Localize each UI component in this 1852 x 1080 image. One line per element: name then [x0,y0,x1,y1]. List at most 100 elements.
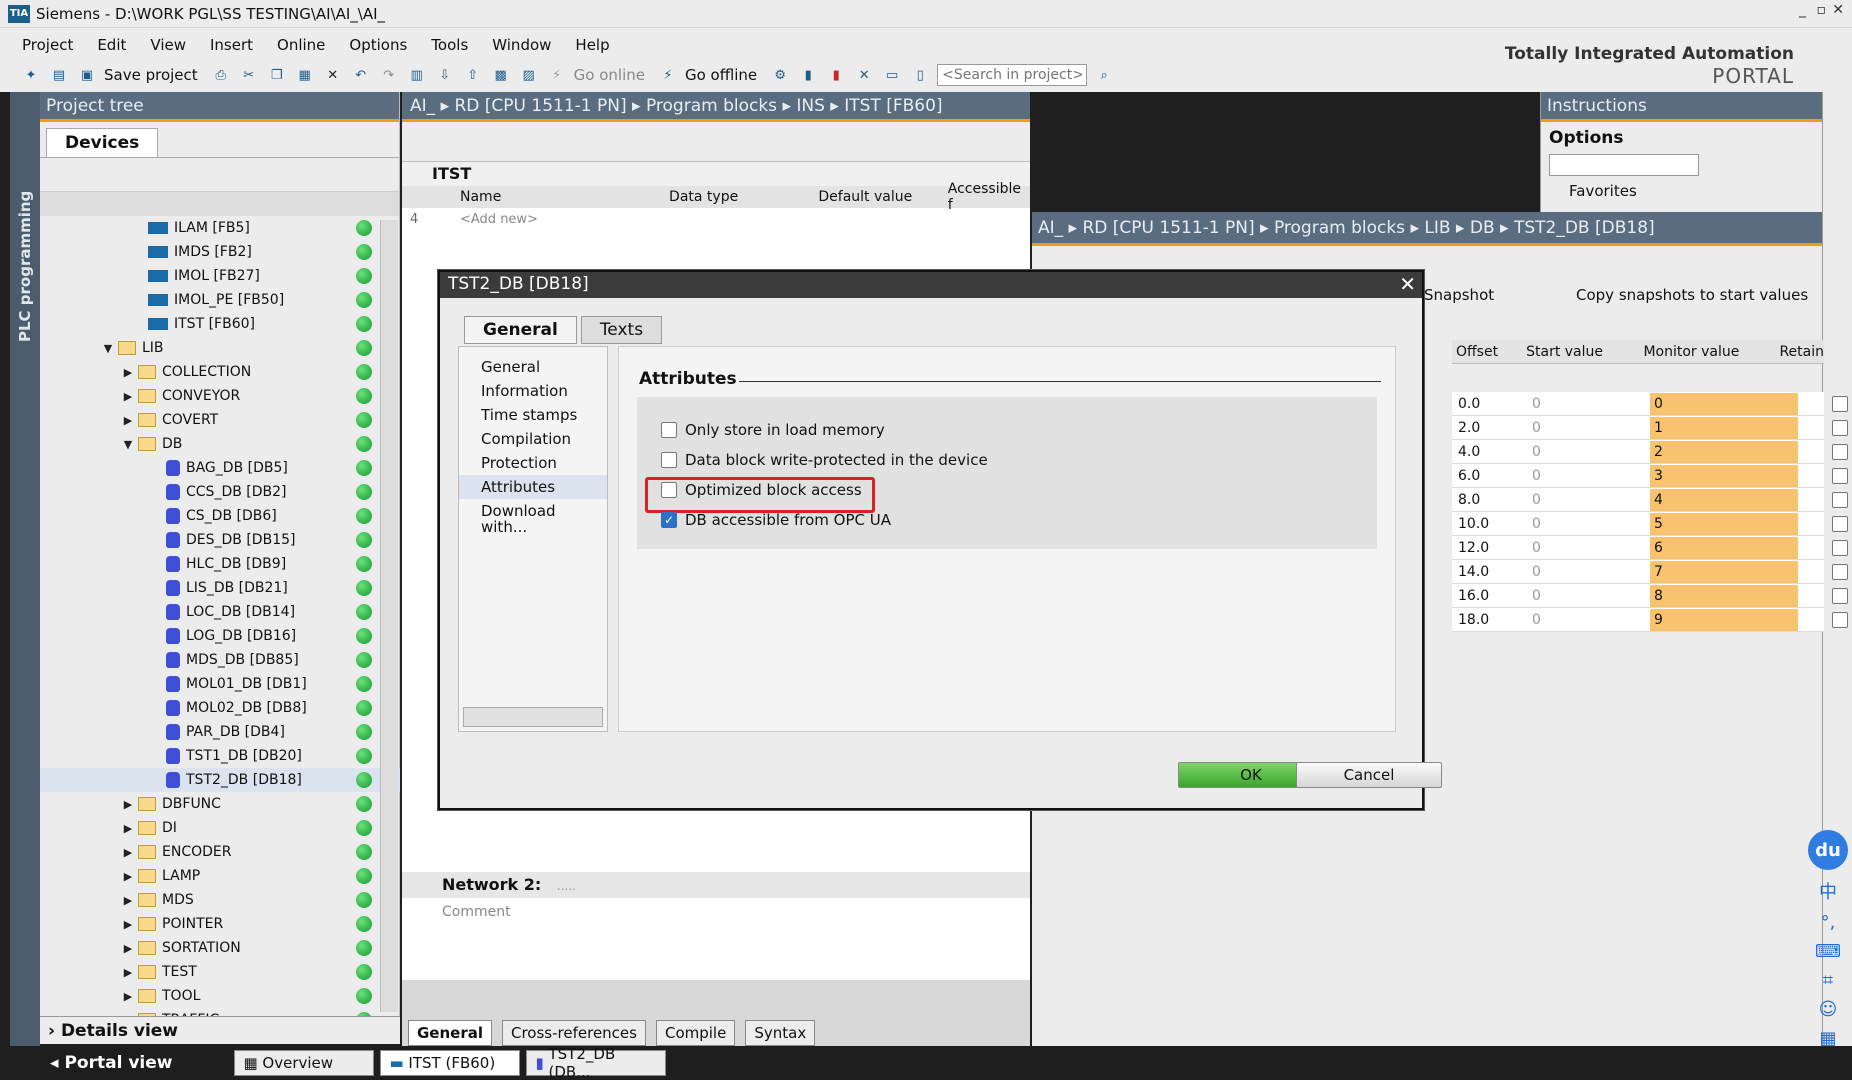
row-start-value[interactable]: 0 [1526,396,1650,412]
retain-checkbox[interactable] [1832,396,1848,412]
load-memory-checkbox[interactable] [661,422,677,438]
open-project-icon[interactable]: ▤ [48,64,70,86]
retain-checkbox[interactable] [1832,540,1848,556]
menu-insert[interactable]: Insert [198,34,265,56]
dialog-tab-texts[interactable]: Texts [580,316,663,344]
tree-item[interactable]: IMOL_PE [FB50] [40,288,400,312]
stop-cpu-icon[interactable]: ▮ [825,64,847,86]
tree-item[interactable]: MOL02_DB [DB8] [40,696,400,720]
print-icon[interactable]: ⎙ [210,64,232,86]
copy-icon[interactable]: ❐ [266,64,288,86]
split-vertical-icon[interactable]: ▯ [909,64,931,86]
tree-item[interactable]: ▶ POINTER [40,912,400,936]
tree-item[interactable]: CCS_DB [DB2] [40,480,400,504]
tree-item[interactable]: ITST [FB60] [40,312,400,336]
plc-programming-strip[interactable]: PLC programming [10,92,40,1046]
nav-information[interactable]: Information [459,379,607,403]
tree-item[interactable]: LOG_DB [DB16] [40,624,400,648]
cancel-button[interactable]: Cancel [1296,762,1442,788]
row-start-value[interactable]: 0 [1526,564,1650,580]
row-start-value[interactable]: 0 [1526,468,1650,484]
tree-item[interactable]: ▶ TOOL [40,984,400,1008]
taskbar-tst2db[interactable]: ▮ TST2_DB (DB... [526,1045,667,1080]
tree-item[interactable]: ▶ LAMP [40,864,400,888]
close-window-button[interactable]: ✕ [1832,2,1844,18]
chevron-down-icon[interactable]: ▼ [122,438,134,451]
upload-icon[interactable]: ⇧ [462,64,484,86]
network-2-title[interactable]: Network 2: ..... [402,872,1030,898]
keyboard-icon[interactable]: ⌨ [1815,941,1841,962]
snapshot-button[interactable]: Snapshot [1424,286,1494,304]
details-view-header[interactable]: › Details view [40,1016,400,1044]
download-icon[interactable]: ⇩ [434,64,456,86]
tree-item[interactable]: ILAM [FB5] [40,216,400,240]
tree-item[interactable]: MDS_DB [DB85] [40,648,400,672]
crop-icon[interactable]: ⌗ [1823,970,1833,991]
split-horizontal-icon[interactable]: ▭ [881,64,903,86]
options-input[interactable] [1549,154,1699,176]
retain-checkbox[interactable] [1832,420,1848,436]
tree-item[interactable]: TST2_DB [DB18] [40,768,400,792]
tree-item[interactable]: ▶ SORTATION [40,936,400,960]
tab-compile[interactable]: Compile [655,1020,736,1046]
grid-icon[interactable]: ▦ [1819,1028,1836,1049]
menu-tools[interactable]: Tools [419,34,480,56]
nav-protection[interactable]: Protection [459,451,607,475]
chevron-right-icon[interactable]: ▶ [122,414,134,427]
dialog-tab-general[interactable]: General [464,316,577,344]
chevron-right-icon[interactable]: ▶ [122,390,134,403]
accessible-devices-icon[interactable]: ⚙ [769,64,791,86]
tree-item[interactable]: DES_DB [DB15] [40,528,400,552]
opc-ua-checkbox[interactable]: ✓ [661,512,677,528]
punctuation-icon[interactable]: °, [1821,912,1836,933]
row-start-value[interactable]: 0 [1526,516,1650,532]
tab-devices[interactable]: Devices [46,128,159,157]
redo-icon[interactable]: ↷ [378,64,400,86]
close-icon[interactable]: ✕ [1399,272,1416,296]
tree-item[interactable]: ▶ CONVEYOR [40,384,400,408]
tree-item[interactable]: IMDS [FB2] [40,240,400,264]
taskbar-overview[interactable]: ▦ Overview [234,1050,375,1076]
nav-attributes[interactable]: Attributes [459,475,607,499]
baidu-ime-icon[interactable]: du [1808,830,1848,870]
row-start-value[interactable]: 0 [1526,444,1650,460]
add-new-entry[interactable]: <Add new> [460,212,538,227]
tree-item[interactable]: ▶ COVERT [40,408,400,432]
search-icon[interactable]: ⌕ [1093,64,1115,86]
cross-reference-icon[interactable]: ✕ [853,64,875,86]
go-online-button[interactable]: Go online [574,66,645,84]
taskbar-itst[interactable]: ▬ ITST (FB60) [380,1050,521,1076]
tab-syntax[interactable]: Syntax [745,1020,816,1046]
chevron-right-icon[interactable]: ▶ [122,894,134,907]
undo-icon[interactable]: ↶ [350,64,372,86]
menu-window[interactable]: Window [480,34,563,56]
row-start-value[interactable]: 0 [1526,420,1650,436]
nav-hscrollbar[interactable] [463,707,603,727]
tree-item[interactable]: BAG_DB [DB5] [40,456,400,480]
chevron-right-icon[interactable]: ▶ [122,942,134,955]
paste-icon[interactable]: ▦ [294,64,316,86]
chevron-right-icon[interactable]: ▶ [122,798,134,811]
compile-icon[interactable]: ▥ [406,64,428,86]
nav-general[interactable]: General [459,355,607,379]
simulation-icon[interactable]: ▩ [490,64,512,86]
optimized-access-checkbox[interactable] [661,482,677,498]
row-start-value[interactable]: 0 [1526,540,1650,556]
option-optimized-access[interactable]: Optimized block access [661,481,862,499]
menu-project[interactable]: Project [10,34,85,56]
search-project-input[interactable] [937,64,1088,86]
tree-item[interactable]: TST1_DB [DB20] [40,744,400,768]
menu-view[interactable]: View [138,34,198,56]
tab-general[interactable]: General [408,1020,492,1046]
user-icon[interactable]: ☺ [1819,999,1838,1020]
chevron-right-icon[interactable]: ▶ [122,366,134,379]
row-start-value[interactable]: 0 [1526,612,1650,628]
favorites-label[interactable]: Favorites [1541,176,1822,206]
tree-item[interactable]: ▼ DB [40,432,400,456]
tab-cross-references[interactable]: Cross-references [502,1020,646,1046]
tree-item[interactable]: ▶ DI [40,816,400,840]
copy-snapshots-button[interactable]: Copy snapshots to start values [1576,286,1808,304]
menu-online[interactable]: Online [265,34,337,56]
restore-button[interactable]: ▫ [1817,2,1827,18]
go-offline-icon[interactable]: ⚡ [657,64,679,86]
